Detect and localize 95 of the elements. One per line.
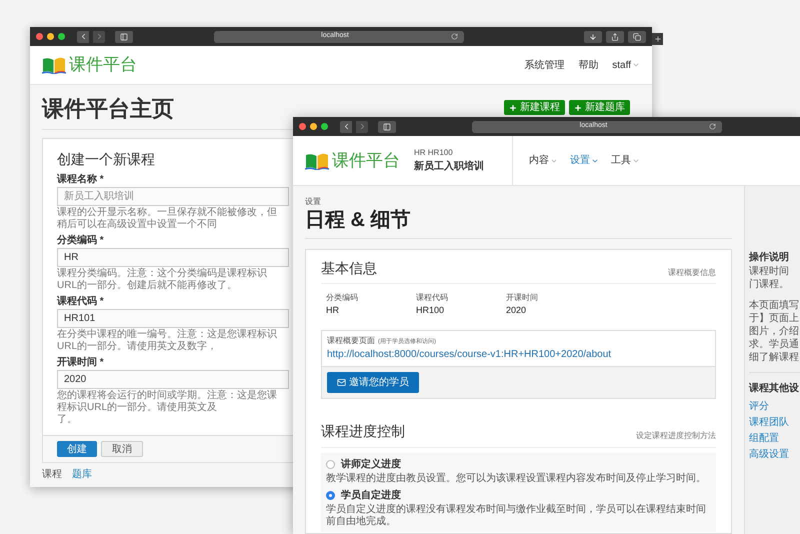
- section-title: 课程进度控制: [321, 422, 405, 440]
- share-icon: [611, 32, 619, 40]
- sidebar-title: 课程其他设: [749, 382, 800, 396]
- new-item-button[interactable]: 新建题库: [569, 100, 630, 115]
- nav-link[interactable]: 帮助: [578, 58, 598, 72]
- back-button[interactable]: [340, 120, 352, 132]
- download-button[interactable]: [584, 30, 602, 42]
- cancel-button[interactable]: 取消: [101, 441, 143, 457]
- help-text: 在分类中课程的唯一编号。注意：这是您课程标识URL的一部分。请使用英文及数字，: [57, 329, 278, 353]
- minimize-window-icon: [310, 123, 317, 130]
- close-window-icon: [36, 33, 43, 40]
- sidebar-icon: [383, 122, 391, 130]
- book-logo-icon: [305, 152, 329, 170]
- nav-link[interactable]: staff: [612, 58, 640, 72]
- radio-button[interactable]: [326, 490, 335, 500]
- input-field[interactable]: HR: [57, 248, 289, 267]
- fact-label: 课程代码: [416, 292, 449, 304]
- sidebar-link[interactable]: 组配置: [749, 431, 800, 447]
- help-text: 了。: [57, 414, 77, 426]
- section-note: 设定课程进度控制方法: [636, 430, 716, 442]
- download-icon: [589, 32, 597, 40]
- option-description: 教学课程的进度由教员设置。您可以为该课程设置课程内容发布时间及停止学习时间。: [326, 472, 707, 484]
- footer-text: 课程: [42, 468, 62, 481]
- sidebar-icon: [120, 32, 128, 40]
- share-button[interactable]: [606, 30, 624, 42]
- page-title: 日程 & 细节: [305, 208, 732, 239]
- logo-text: 课件平台: [332, 150, 400, 172]
- plus-icon: [654, 35, 662, 43]
- menu-tab[interactable]: 设置: [570, 153, 599, 168]
- nav-link[interactable]: 系统管理: [524, 58, 564, 72]
- fact-value: 2020: [506, 304, 528, 317]
- sidebar-text: 求。学员通: [749, 338, 800, 351]
- form-title: 创建一个新课程: [57, 150, 155, 169]
- mail-icon: [337, 378, 346, 386]
- radio-button[interactable]: [326, 460, 335, 468]
- maximize-window-icon: [321, 123, 328, 130]
- sidebar-text: 于】页面上: [749, 312, 800, 325]
- plus-icon: [574, 104, 582, 112]
- plus-icon: [509, 104, 517, 112]
- radio-label: 讲师定义进度: [341, 457, 401, 472]
- radio-label: 学员自定进度: [341, 488, 401, 502]
- field-label: 课程代码 *: [57, 295, 104, 308]
- section-title: 基本信息: [321, 259, 377, 278]
- book-logo-icon: [42, 56, 66, 74]
- field-label: 课程名称 *: [57, 173, 104, 186]
- input-field[interactable]: 新员工入职培训: [57, 187, 289, 206]
- help-text: 您的课程将会运行的时间或学期。注意：这是您课程标识URL的一部分。请使用英文及: [57, 390, 278, 414]
- sidebar-text: 课程时间: [749, 265, 790, 278]
- logo-text: 课件平台: [69, 54, 137, 76]
- invite-students-button[interactable]: 邀请您的学员: [327, 372, 419, 392]
- summary-label: 课程概要页面: [327, 334, 375, 346]
- sidebar-toggle-button[interactable]: [115, 30, 133, 42]
- tabs-button[interactable]: [628, 30, 646, 42]
- tabs-icon: [633, 32, 641, 40]
- section-note: 课程概要信息: [668, 267, 716, 279]
- course-code: HR HR100: [414, 147, 454, 159]
- caret-icon: [632, 61, 640, 69]
- field-label: 分类编码 *: [57, 234, 104, 247]
- sidebar-text: 门课程。: [749, 278, 790, 291]
- fact-label: 开课时间: [506, 292, 539, 304]
- help-text: 课程分类编码。注意：这个分类编码是课程标识URL的一部分。创建后就不能再修改了。: [57, 268, 268, 292]
- help-text: 课程的公开显示名称。一旦保存就不能被修改，但稍后可以在高级设置中设置一个不同: [57, 207, 278, 231]
- menu-tab[interactable]: 内容: [529, 153, 558, 168]
- field-label: 开课时间 *: [57, 356, 104, 369]
- new-tab-button[interactable]: [652, 33, 663, 45]
- fact-label: 分类编码: [326, 292, 359, 304]
- course-name: 新员工入职培训: [414, 159, 484, 174]
- maximize-window-icon: [58, 33, 65, 40]
- sidebar-text: 细了解课程: [749, 351, 800, 364]
- sidebar-link[interactable]: 课程团队: [749, 415, 800, 431]
- create-button[interactable]: 创建: [57, 441, 97, 457]
- fact-value: HR: [326, 304, 340, 317]
- fact-value: HR100: [416, 304, 446, 317]
- sidebar-text: 本页面填写: [749, 299, 800, 312]
- sidebar-link[interactable]: 高级设置: [749, 447, 800, 463]
- footer-link[interactable]: 题库: [72, 468, 92, 481]
- reload-icon: [709, 123, 716, 130]
- breadcrumb: 设置: [305, 196, 322, 208]
- page-title: 课件平台主页: [42, 95, 174, 123]
- new-item-button[interactable]: 新建课程: [504, 100, 565, 115]
- course-url-link[interactable]: http://localhost:8000/courses/course-v1:HR+HR100+2020/about: [327, 346, 710, 362]
- sidebar-toggle-button[interactable]: [378, 120, 396, 132]
- sidebar-title: 操作说明: [749, 250, 790, 265]
- forward-button[interactable]: [93, 30, 105, 42]
- minimize-window-icon: [47, 33, 54, 40]
- forward-button[interactable]: [356, 120, 368, 132]
- reload-icon: [450, 33, 458, 40]
- option-description: 学员自定义进度的课程没有课程发布时间与缴作业截至时间，学员可以在课程结束时间前自由地完成。: [326, 504, 707, 528]
- sidebar-text: 图片，介绍: [749, 325, 800, 338]
- menu-tab[interactable]: 工具: [611, 153, 640, 168]
- close-window-icon: [299, 123, 306, 130]
- back-button[interactable]: [77, 30, 89, 42]
- input-field[interactable]: 2020: [57, 370, 289, 389]
- input-field[interactable]: HR101: [57, 309, 289, 328]
- sidebar-link[interactable]: 评分: [749, 399, 800, 415]
